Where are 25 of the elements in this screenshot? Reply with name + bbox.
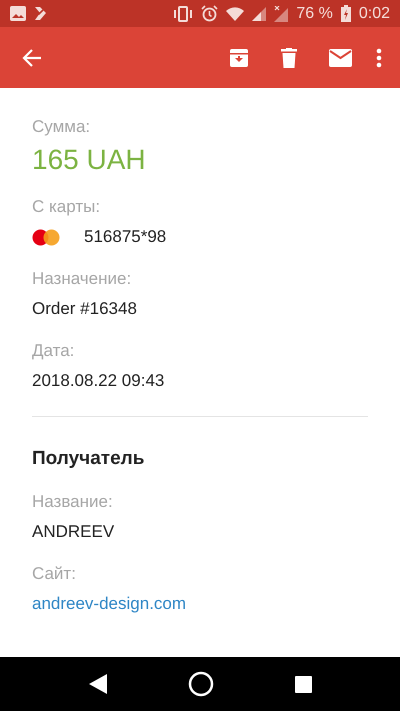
field-label: Дата: bbox=[32, 340, 76, 362]
alarm-icon bbox=[201, 5, 218, 22]
website-link[interactable]: andreev-design.com bbox=[32, 594, 186, 613]
field-value: 2018.08.22 09:43 bbox=[32, 370, 166, 392]
vibrate-icon bbox=[173, 6, 194, 22]
field-value: ANDREEV bbox=[32, 521, 116, 543]
signal-off-icon bbox=[274, 6, 288, 22]
wifi-icon bbox=[226, 6, 244, 20]
battery-percent: 76 % bbox=[296, 4, 333, 24]
battery-charging-icon bbox=[340, 5, 351, 22]
clock-time: 0:02 bbox=[358, 4, 390, 24]
field-label: Сайт: bbox=[32, 563, 77, 585]
field-label: Сумма: bbox=[32, 116, 92, 138]
image-icon bbox=[10, 6, 26, 21]
check-icon bbox=[34, 6, 48, 21]
amount-value: 165 UAH bbox=[32, 144, 147, 176]
card-number: 516875*98 bbox=[84, 226, 166, 248]
field-label: С карты: bbox=[32, 196, 102, 218]
more-icon bbox=[376, 48, 382, 68]
field-value: Order #16348 bbox=[32, 298, 138, 320]
field-label: Назначение: bbox=[32, 268, 132, 290]
field-label: Название: bbox=[32, 491, 114, 513]
signal-icon bbox=[252, 6, 266, 20]
card-logo-icon bbox=[32, 228, 60, 246]
section-heading: Получатель bbox=[32, 447, 146, 471]
